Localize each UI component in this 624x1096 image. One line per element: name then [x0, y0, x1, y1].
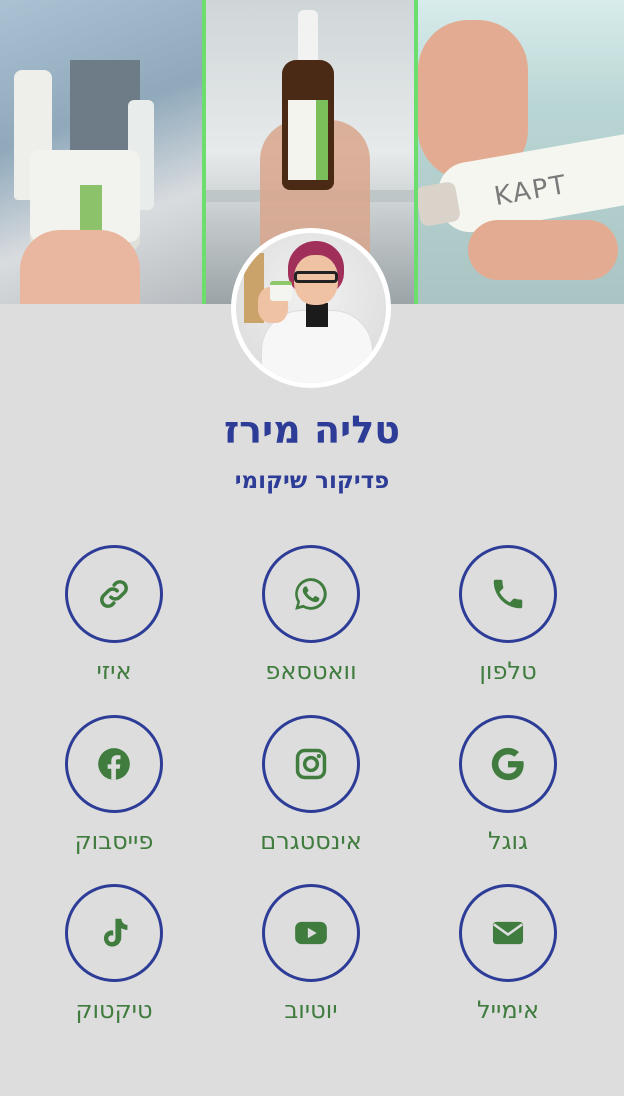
action-link[interactable]: איזי — [44, 545, 184, 685]
avatar-glasses — [294, 271, 338, 283]
action-facebook[interactable]: פייסבוק — [44, 715, 184, 855]
action-google[interactable]: גוגל — [438, 715, 578, 855]
email-icon — [492, 921, 524, 945]
whatsapp-icon — [295, 578, 327, 610]
action-label: גוגל — [488, 827, 528, 855]
action-label: אינסטגרם — [260, 827, 362, 855]
google-icon — [491, 747, 524, 781]
whatsapp-button[interactable] — [262, 545, 360, 643]
google-button[interactable] — [459, 715, 557, 813]
action-phone[interactable]: טלפון — [438, 545, 578, 685]
jar-label-shape — [80, 185, 102, 235]
link-icon — [100, 580, 128, 608]
action-label: יוטיוב — [284, 996, 338, 1024]
action-whatsapp[interactable]: וואטסאפ — [241, 545, 381, 685]
phone-icon — [493, 579, 523, 609]
avatar — [231, 228, 391, 388]
action-label: טלפון — [479, 657, 537, 685]
dropper-label-stripe — [316, 100, 328, 180]
action-label: פייסבוק — [74, 827, 154, 855]
action-label: וואטסאפ — [265, 657, 357, 685]
action-instagram[interactable]: אינסטגרם — [241, 715, 381, 855]
instagram-button[interactable] — [262, 715, 360, 813]
hand-shape — [20, 230, 140, 304]
link-button[interactable] — [65, 545, 163, 643]
action-label: אימייל — [476, 996, 540, 1024]
action-tiktok[interactable]: טיקטוק — [44, 884, 184, 1024]
tube-cap-shape — [418, 180, 462, 228]
avatar-neck — [306, 303, 328, 327]
tiktok-icon — [103, 918, 128, 947]
profile-title: פדיקור שיקומי — [234, 468, 390, 494]
action-youtube[interactable]: יוטיוב — [241, 884, 381, 1024]
action-label: איזי — [96, 657, 132, 685]
phone-button[interactable] — [459, 545, 557, 643]
email-button[interactable] — [459, 884, 557, 982]
profile-name: טליה מירז — [223, 408, 401, 452]
instagram-icon — [295, 748, 327, 780]
hand-shape — [468, 220, 618, 280]
action-label: טיקטוק — [75, 996, 153, 1024]
youtube-icon — [295, 921, 327, 945]
dropper-cap-shape — [298, 10, 318, 64]
action-email[interactable]: אימייל — [438, 884, 578, 1024]
avatar-product — [270, 281, 292, 301]
hero-photo-products — [0, 0, 202, 304]
youtube-button[interactable] — [262, 884, 360, 982]
hero-photo-tube: KAPT — [418, 0, 624, 304]
facebook-button[interactable] — [65, 715, 163, 813]
facebook-icon — [98, 748, 130, 780]
tiktok-button[interactable] — [65, 884, 163, 982]
